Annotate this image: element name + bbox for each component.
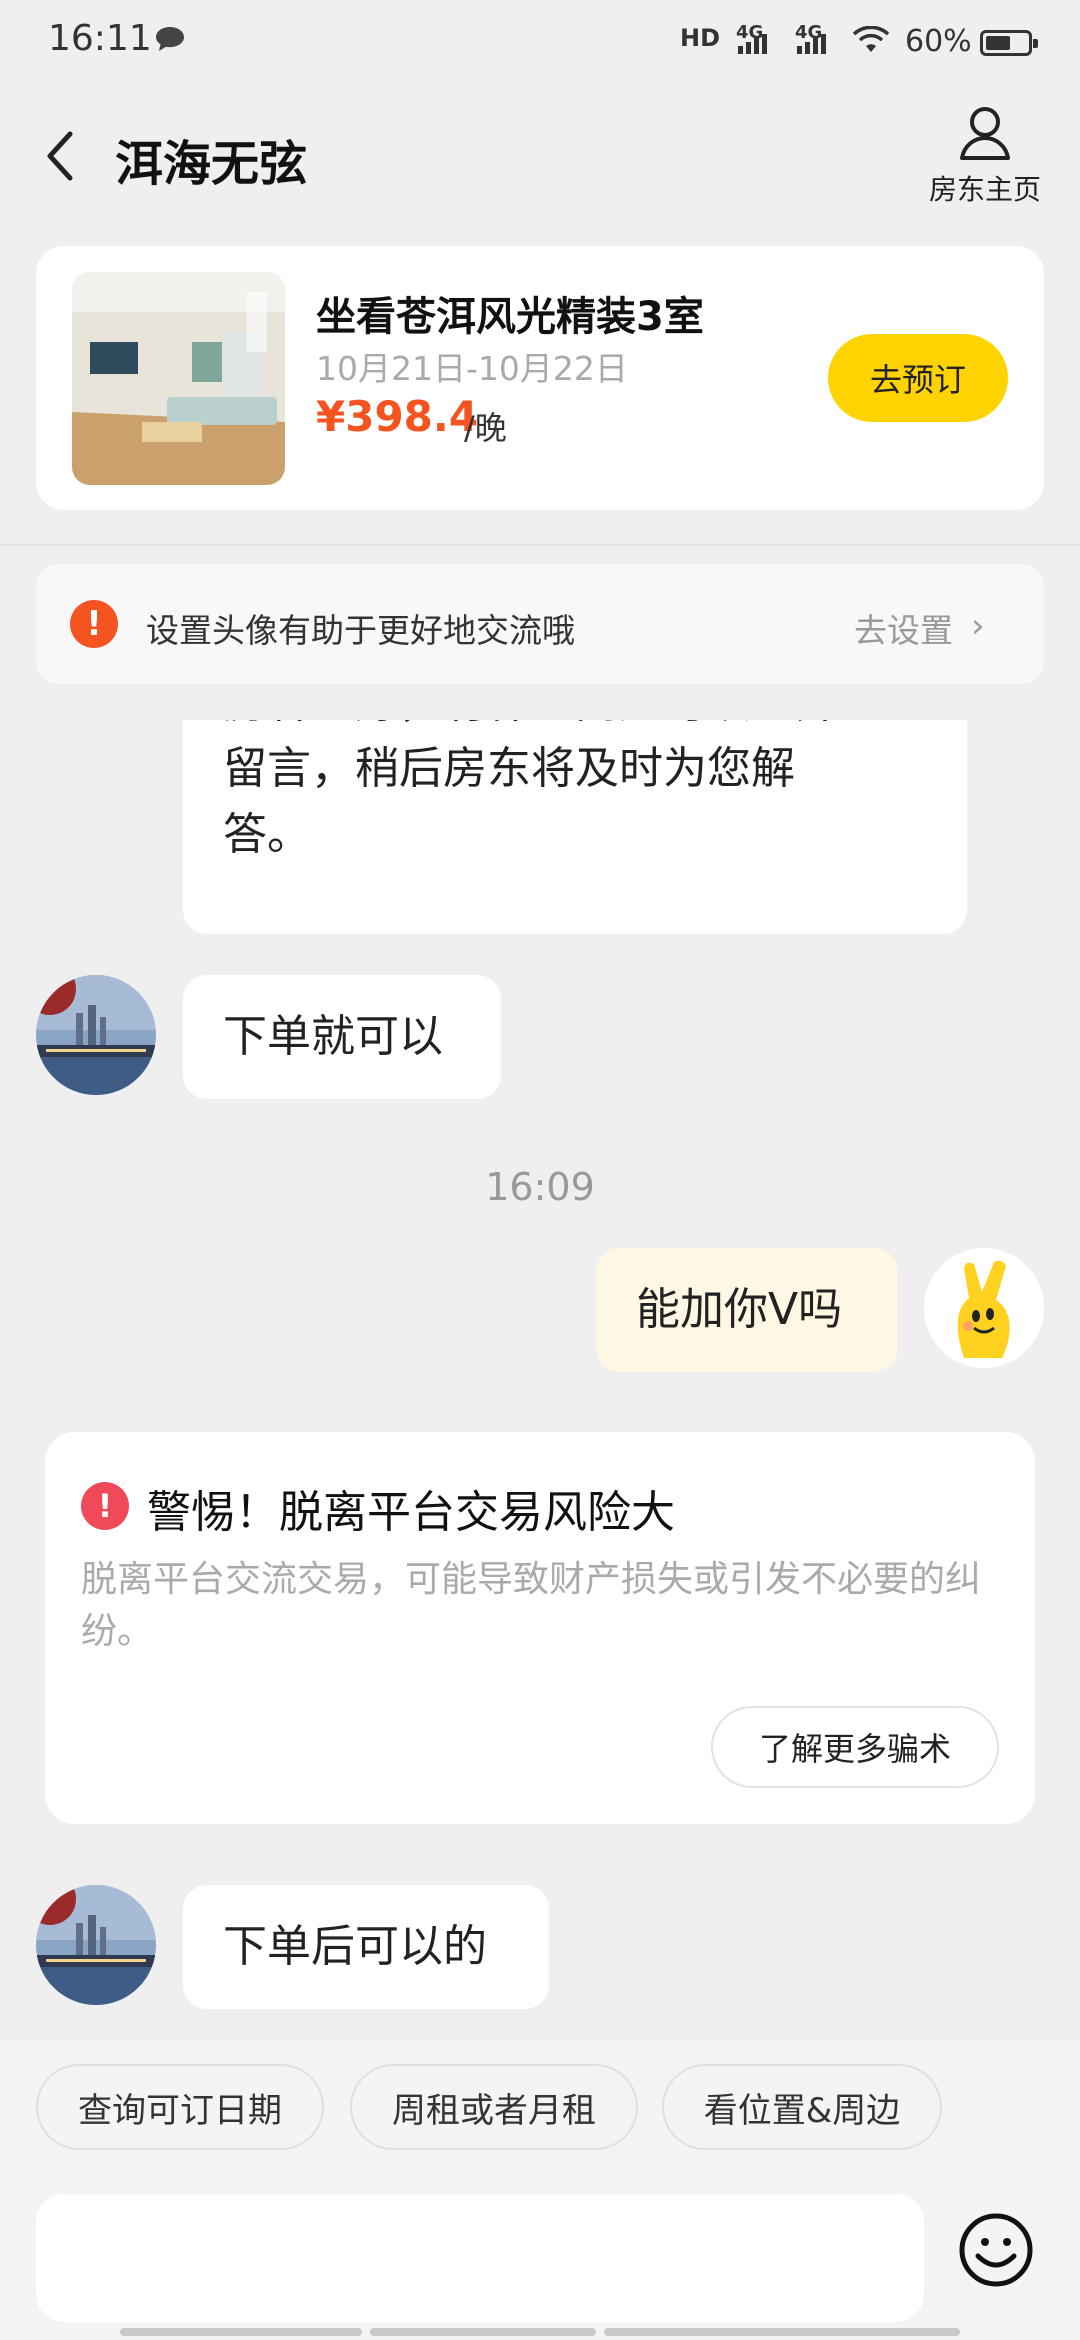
warning-icon: ! [81, 1482, 129, 1530]
user-message: 能加你V吗 [596, 1248, 898, 1372]
hd-icon: HD [680, 24, 721, 52]
message-line: 留言，稍后房东将及时为您解 [223, 743, 795, 794]
message-timestamp: 16:09 [485, 1165, 595, 1209]
status-time: 16:11 [48, 18, 152, 59]
go-settings-link[interactable]: 去设置 [854, 604, 953, 652]
notice-text: 设置头像有助于更好地交流哦 [146, 611, 575, 650]
listing-photo [72, 272, 285, 485]
listing-price: ¥398.4 [316, 392, 479, 441]
warning-title: 警惕！脱离平台交易风险大 [147, 1487, 675, 1538]
landlord-welcome-message: 房客您好，有什么问题可以一并 留言，稍后房东将及时为您解 答。 [183, 720, 967, 934]
landlord-home-button[interactable]: 房东主页 [920, 104, 1050, 214]
landlord-avatar[interactable] [36, 1885, 156, 2005]
listing-title: 坐看苍洱风光精装3室 [316, 294, 704, 340]
battery-icon [980, 30, 1038, 56]
status-bar: 16:11 HD 4G 4G 60% [0, 0, 1080, 84]
landlord-message: 下单就可以 [183, 975, 501, 1099]
message-input[interactable] [36, 2194, 924, 2322]
signal-2-icon [797, 34, 826, 54]
listing-dates: 10月21日-10月22日 [316, 349, 628, 388]
person-icon [960, 107, 1010, 160]
input-bar [0, 2160, 1080, 2340]
battery-percent: 60% [905, 24, 972, 59]
home-indicator [120, 2328, 960, 2336]
message-line: 答。 [223, 809, 311, 860]
chevron-right-icon: › [971, 606, 985, 646]
book-button[interactable]: 去预订 [828, 334, 1008, 422]
quick-reply-available-dates[interactable]: 查询可订日期 [36, 2064, 324, 2150]
fraud-warning-card: ! 警惕！脱离平台交易风险大 脱离平台交流交易，可能导致财产损失或引发不必要的纠… [45, 1432, 1035, 1824]
wifi-icon [852, 26, 890, 52]
message-notification-icon [156, 27, 184, 51]
listing-card[interactable]: 坐看苍洱风光精装3室 10月21日-10月22日 ¥398.4 /晚 去预订 [36, 246, 1044, 510]
signal-1-icon [738, 34, 767, 54]
landlord-avatar[interactable] [36, 975, 156, 1095]
message-line: 房客您好，有什么问题可以一并 [223, 720, 839, 736]
user-avatar[interactable] [924, 1248, 1044, 1368]
listing-price-unit: /晚 [464, 409, 507, 447]
alert-icon: ! [70, 600, 118, 648]
quick-reply-weekly-monthly[interactable]: 周租或者月租 [350, 2064, 638, 2150]
avatar-notice-bar[interactable]: ! 设置头像有助于更好地交流哦 去设置 › [36, 564, 1044, 684]
smiley-icon[interactable] [956, 2210, 1036, 2290]
chat-title: 洱海无弦 [115, 136, 308, 192]
chat-messages[interactable]: 房客您好，有什么问题可以一并 留言，稍后房东将及时为您解 答。 下单就可以 16… [0, 720, 1080, 2040]
landlord-message: 下单后可以的 [183, 1885, 549, 2009]
back-arrow-icon[interactable] [40, 126, 80, 186]
learn-more-scams-button[interactable]: 了解更多骗术 [711, 1706, 999, 1788]
quick-reply-location[interactable]: 看位置&周边 [662, 2064, 942, 2150]
divider [0, 544, 1080, 546]
warning-body: 脱离平台交流交易，可能导致财产损失或引发不必要的纠纷。 [81, 1559, 982, 1652]
landlord-home-label: 房东主页 [928, 173, 1041, 206]
